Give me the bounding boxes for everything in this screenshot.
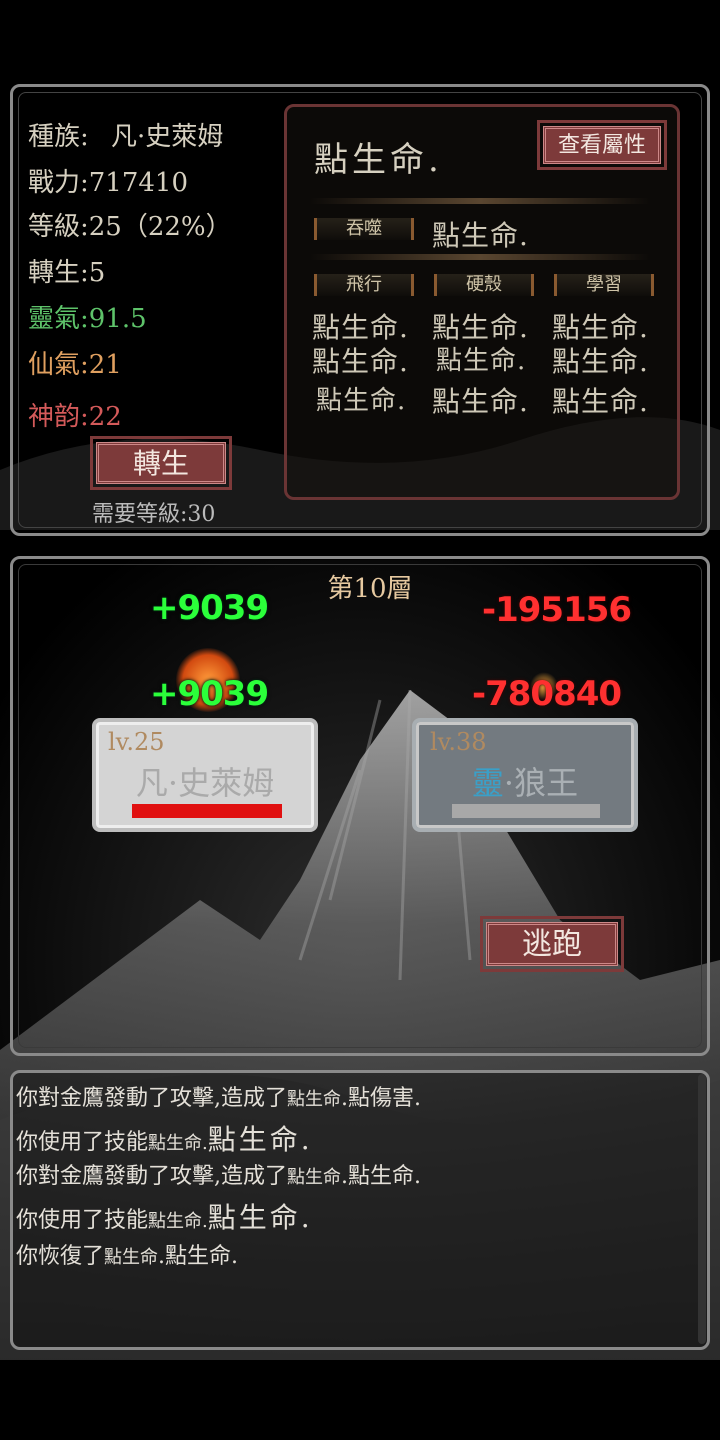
log-line-suffix: .點生命. [158,1244,239,1269]
race-label: 種族: 凡·史萊姆 [28,116,223,153]
enemy-name-prefix: 靈 [471,764,504,802]
charm-stat: 神韵:22 [28,402,122,432]
rebirth-requirement: 需要等級:30 [92,502,216,527]
enemy-hp-track [452,804,600,818]
log-line: 你使用了技能點生命.點生命. [16,1118,313,1158]
view-attributes-button[interactable]: 查看屬性 [537,120,667,170]
devour-label: 吞噬 [314,218,414,240]
skill-col-label-shell: 硬殼 [434,274,534,296]
log-line: 你對金鷹發動了攻擊,造成了點生命.點傷害. [16,1080,421,1112]
rebirth-button-label: 轉生 [132,447,189,480]
damage-enemy-bottom: -780840 [472,674,622,714]
log-line-prefix: 你恢復了 [16,1244,105,1269]
rebirth-stat: 轉生:5 [28,258,106,288]
skill-grid-cell: 點生命. [436,346,527,376]
skill-grid-cell: 點生命. [312,345,409,378]
power-stat: 戰力:717410 [28,168,189,198]
log-line-skill: 點生命 [104,1247,159,1268]
log-scrollbar[interactable] [698,1074,706,1344]
skill-grid-cell: 點生命. [552,345,649,378]
player-unit-name: 凡·史萊姆 [135,764,275,802]
log-line-skill: 點生命. [148,1133,208,1154]
view-attributes-label: 查看屬性 [557,133,646,158]
devour-value: 點生命. [432,219,529,252]
flee-button-label: 逃跑 [522,927,582,962]
level-stat: 等級:25（22%） [28,212,232,242]
log-line-prefix: 你對金鷹發動了攻擊,造成了 [16,1164,287,1189]
skill-divider-bottom [310,254,650,260]
log-line-suffix: 點生命. [207,1201,313,1234]
skill-divider-top [310,198,650,204]
log-line-prefix: 你對金鷹發動了攻擊,造成了 [16,1086,287,1111]
player-hp-track [132,804,282,818]
log-line-skill: 點生命 [287,1167,341,1188]
damage-enemy-top: -195156 [482,590,632,630]
log-line-suffix: .點傷害. [341,1086,421,1111]
skill-grid-cell: 點生命. [552,385,649,418]
rebirth-button[interactable]: 轉生 [90,436,232,490]
player-unit-level: lv.25 [108,728,165,756]
skill-title: 點生命. [314,140,443,180]
log-line-suffix: 點生命. [207,1123,313,1156]
log-line-skill: 點生命 [287,1089,341,1110]
log-line: 你使用了技能點生命.點生命. [16,1196,313,1236]
immortal-stat: 仙氣:21 [28,350,122,380]
flee-button[interactable]: 逃跑 [480,916,624,972]
player-hp-bar [132,804,282,818]
log-line-skill: 點生命. [148,1211,208,1232]
damage-heal-bottom: +9039 [150,674,269,714]
skill-col-label-learn: 學習 [554,274,654,296]
log-line: 你恢復了點生命.點生命. [16,1238,238,1270]
log-line-prefix: 你使用了技能 [16,1130,149,1155]
enemy-unit-name: 靈·狼王 [416,758,634,804]
player-unit-card[interactable]: lv.25 凡·史萊姆 [92,718,318,832]
enemy-unit-card[interactable]: lv.38 靈·狼王 [412,718,638,832]
enemy-name-rest: ·狼王 [503,764,579,802]
enemy-unit-level: lv.38 [430,728,487,756]
log-line: 你對金鷹發動了攻擊,造成了點生命.點生命. [16,1158,421,1190]
damage-heal-top: +9039 [150,588,269,628]
race-value: 凡·史萊姆 [111,122,224,152]
skill-grid-cell: 點生命. [432,385,529,418]
skill-col-label-fly: 飛行 [314,274,414,296]
skill-grid-cell: 點生命. [316,386,407,416]
race-label-text: 種族: [28,122,89,152]
spirit-stat: 靈氣:91.5 [28,304,147,334]
log-line-suffix: .點生命. [341,1164,421,1189]
log-line-prefix: 你使用了技能 [16,1208,149,1233]
